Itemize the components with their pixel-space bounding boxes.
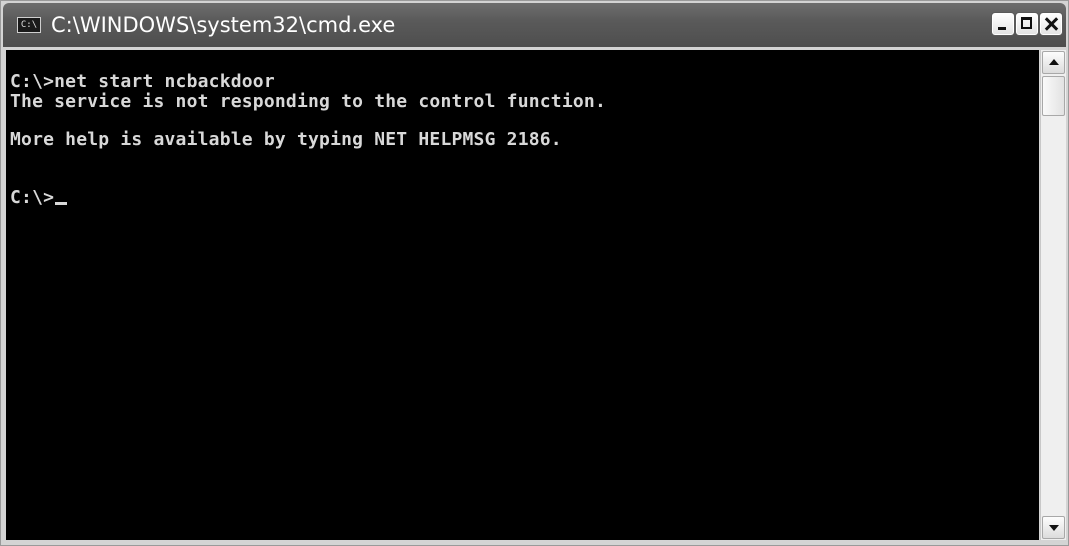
vertical-scrollbar[interactable] bbox=[1040, 50, 1066, 540]
console-output[interactable]: C:\>net start ncbackdoor The service is … bbox=[6, 50, 1039, 540]
title-bar[interactable]: C:\ C:\WINDOWS\system32\cmd.exe bbox=[3, 3, 1066, 47]
console-app-icon[interactable]: C:\ bbox=[17, 17, 41, 33]
close-button[interactable] bbox=[1040, 13, 1062, 35]
console-line-help: More help is available by typing NET HEL… bbox=[10, 129, 562, 150]
console-line-command: C:\>net start ncbackdoor bbox=[10, 71, 275, 92]
console-prompt-line[interactable]: C:\> bbox=[10, 187, 68, 208]
window-title: C:\WINDOWS\system32\cmd.exe bbox=[51, 13, 396, 37]
minimize-button[interactable] bbox=[992, 13, 1014, 35]
scrollbar-thumb[interactable] bbox=[1042, 76, 1065, 116]
cmd-window: C:\ C:\WINDOWS\system32\cmd.exe C:\>net … bbox=[0, 0, 1069, 546]
scroll-up-button[interactable] bbox=[1042, 51, 1065, 74]
console-prompt: C:\> bbox=[10, 187, 55, 208]
maximize-button[interactable] bbox=[1016, 13, 1038, 35]
console-line-error: The service is not responding to the con… bbox=[10, 91, 606, 112]
text-cursor bbox=[55, 202, 68, 205]
scroll-down-button[interactable] bbox=[1042, 516, 1065, 539]
